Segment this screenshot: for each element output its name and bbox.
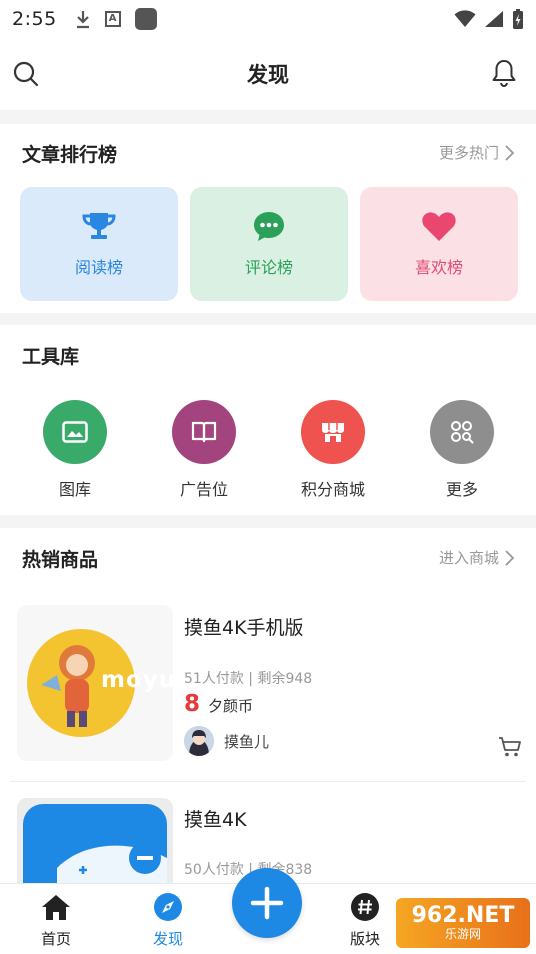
status-bar: 2:55 A bbox=[0, 0, 536, 38]
status-time: 2:55 bbox=[12, 8, 57, 30]
nav-boards[interactable]: 版块 bbox=[325, 890, 405, 949]
read-ranking-card[interactable]: 阅读榜 bbox=[20, 187, 178, 301]
section-divider bbox=[0, 313, 536, 325]
product-sales: 51人付款 bbox=[184, 671, 244, 687]
ranking-more-link[interactable]: 更多热门 bbox=[439, 142, 514, 163]
download-icon bbox=[76, 11, 89, 29]
watermark-name: 乐游网 bbox=[444, 927, 481, 941]
image-icon bbox=[62, 421, 88, 443]
chevron-right-icon bbox=[505, 144, 514, 161]
section-divider bbox=[0, 515, 536, 528]
ranking-more-label: 更多热门 bbox=[438, 144, 499, 162]
heart-icon bbox=[422, 212, 456, 241]
product-price-unit: 夕颜币 bbox=[208, 697, 254, 715]
tool-gallery-label: 图库 bbox=[58, 480, 91, 499]
list-divider bbox=[10, 781, 526, 782]
moyu-logo-text: moyu bbox=[101, 667, 173, 693]
page-title: 发现 bbox=[247, 63, 289, 87]
tool-more[interactable]: 更多 bbox=[407, 400, 517, 500]
product-price: 8 bbox=[184, 691, 201, 717]
like-ranking-label: 喜欢榜 bbox=[414, 258, 463, 277]
products-more-label: 进入商城 bbox=[438, 549, 499, 567]
battery-charging-icon bbox=[513, 9, 523, 29]
nav-discover[interactable]: 发现 bbox=[128, 890, 208, 949]
section-divider bbox=[0, 110, 536, 124]
product-price-row: 8 夕颜币 bbox=[184, 691, 253, 717]
product-sales-meta: 51人付款 | 剩余948 bbox=[184, 668, 312, 688]
book-icon bbox=[191, 421, 217, 443]
products-more-link[interactable]: 进入商城 bbox=[439, 547, 514, 568]
tool-ad-slot[interactable]: 广告位 bbox=[149, 400, 259, 500]
tools-section-title: 工具库 bbox=[22, 346, 80, 368]
nav-discover-label: 发现 bbox=[152, 930, 183, 948]
tool-points-mall[interactable]: 积分商城 bbox=[278, 400, 388, 500]
tool-points-mall-label: 积分商城 bbox=[300, 480, 365, 499]
compass-icon bbox=[151, 890, 185, 924]
hashtag-icon bbox=[348, 890, 382, 924]
tool-gallery[interactable]: 图库 bbox=[20, 400, 130, 500]
shop-icon bbox=[322, 423, 344, 442]
status-system-icons bbox=[454, 8, 524, 30]
status-notification-icons: A bbox=[75, 8, 157, 30]
trophy-icon bbox=[82, 213, 116, 239]
like-ranking-card[interactable]: 喜欢榜 bbox=[360, 187, 518, 301]
points-mall-circle bbox=[301, 400, 365, 464]
product-sales: 50人付款 bbox=[184, 862, 244, 878]
create-post-button[interactable] bbox=[232, 868, 302, 938]
product-stock: 剩余948 bbox=[257, 671, 313, 687]
nav-home-label: 首页 bbox=[40, 930, 71, 948]
nav-boards-label: 版块 bbox=[349, 930, 380, 948]
more-circle bbox=[430, 400, 494, 464]
nav-home[interactable]: 首页 bbox=[16, 890, 96, 949]
tool-ad-slot-label: 广告位 bbox=[179, 480, 228, 499]
tool-more-label: 更多 bbox=[445, 480, 478, 499]
seller-name: 摸鱼儿 bbox=[224, 732, 270, 751]
watermark-domain: 962.NET bbox=[411, 903, 515, 928]
wifi-icon bbox=[454, 10, 476, 27]
search-icon[interactable] bbox=[12, 60, 40, 88]
top-app-bar: 发现 bbox=[0, 38, 536, 110]
plus-icon bbox=[250, 886, 284, 920]
home-icon bbox=[39, 890, 73, 924]
more-grid-icon bbox=[451, 421, 474, 444]
site-watermark: 962.NET 乐游网 bbox=[396, 898, 530, 948]
comment-ranking-card[interactable]: 评论榜 bbox=[190, 187, 348, 301]
product-name: 摸鱼4K手机版 bbox=[184, 617, 304, 639]
ranking-section-title: 文章排行榜 bbox=[22, 144, 118, 166]
gallery-circle bbox=[43, 400, 107, 464]
read-ranking-label: 阅读榜 bbox=[74, 258, 123, 277]
comment-ranking-label: 评论榜 bbox=[244, 258, 293, 277]
ad-slot-circle bbox=[172, 400, 236, 464]
chevron-right-icon bbox=[505, 549, 514, 566]
app-square-icon bbox=[134, 8, 157, 30]
avatar bbox=[184, 726, 214, 756]
signal-icon bbox=[485, 11, 503, 27]
product-name: 摸鱼4K bbox=[184, 809, 247, 831]
product-thumbnail: moyu bbox=[17, 605, 173, 761]
product-seller[interactable]: 摸鱼儿 bbox=[184, 726, 269, 756]
product-card[interactable]: moyu 摸鱼4K手机版 51人付款 | 剩余948 8 夕颜币 摸鱼儿 bbox=[0, 600, 536, 780]
chat-bubble-icon bbox=[254, 212, 284, 241]
bell-icon[interactable] bbox=[490, 58, 518, 88]
font-icon: A bbox=[104, 11, 121, 27]
shopping-cart-icon[interactable] bbox=[498, 736, 522, 758]
products-section-title: 热销商品 bbox=[22, 549, 99, 571]
